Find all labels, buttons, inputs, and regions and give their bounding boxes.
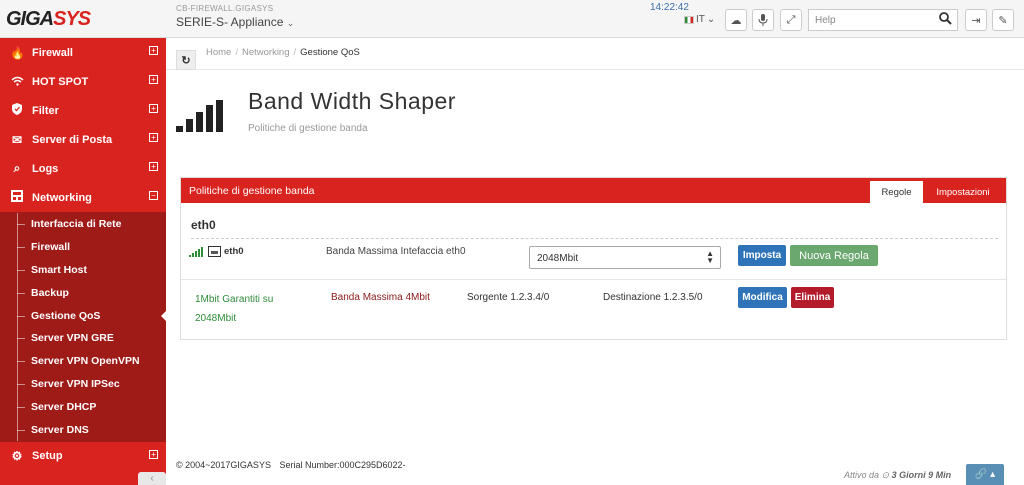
panel-title: Politiche di gestione banda [189,185,315,197]
sidebar-item-firewall[interactable]: 🔥 Firewall + [0,38,166,67]
network-card-icon [208,246,221,257]
wifi-icon [10,75,24,89]
logo: GIGASYS [6,8,91,30]
link-icon: 🔗 [974,469,988,480]
interface-section-title: eth0 [191,218,216,232]
sidebar-item-smart-host[interactable]: Smart Host [0,258,166,282]
search-icon[interactable] [939,12,952,28]
logout-icon[interactable]: ⇥ [965,9,987,31]
sidebar: 🔥 Firewall + HOT SPOT + Filter + ✉ Serve… [0,38,167,485]
expand-icon[interactable]: + [149,162,158,171]
sidebar-item-interfaccia-di-rete[interactable]: Interfaccia di Rete [0,213,166,236]
elimina-button[interactable]: Elimina [791,287,834,308]
collapse-icon[interactable]: − [149,191,158,200]
sidebar-item-server-vpn-openvpn[interactable]: Server VPN OpenVPN [0,349,166,373]
tab-impostazioni[interactable]: Impostazioni [925,181,1001,203]
sidebar-item-server-vpn-ipsec[interactable]: Server VPN IPSec [0,372,166,396]
expand-icon[interactable]: + [149,46,158,55]
refresh-icon[interactable]: ↻ [176,50,196,70]
expand-icon[interactable]: + [149,104,158,113]
shield-icon [10,103,24,118]
breadcrumb-home[interactable]: Home [206,47,231,58]
active-indicator [161,310,167,323]
qos-panel: Politiche di gestione banda Regole Impos… [180,177,1007,340]
sidebar-item-server-di-posta[interactable]: ✉ Server di Posta + [0,125,166,154]
link-menu-button[interactable]: 🔗 ▴ [966,464,1004,485]
footer: © 2004~2017GIGASYS Serial Number:000C295… [176,460,406,470]
interface-label: eth0 [189,246,244,257]
modifica-button[interactable]: Modifica [738,287,787,308]
clock: 14:22:42 [650,2,689,13]
rule-destination: Destinazione 1.2.3.5/0 [603,292,703,303]
sidebar-item-logs[interactable]: ⌕ Logs + [0,154,166,183]
copyright: © 2004~2017GIGASYS [176,460,271,470]
clock-icon: ⊙ [881,470,890,480]
chevron-down-icon: ⌄ [286,18,295,28]
italy-flag-icon [684,15,694,24]
sidebar-item-setup[interactable]: ⚙ Setup + [0,442,166,471]
sidebar-item-server-dhcp[interactable]: Server DHCP [0,395,166,418]
breadcrumb-networking[interactable]: Networking [242,47,290,58]
sidebar-item-filter[interactable]: Filter + [0,96,166,125]
language-selector[interactable]: IT ⌄ [684,14,715,25]
page-subtitle: Politiche di gestione banda [248,123,368,134]
sidebar-item-hotspot[interactable]: HOT SPOT + [0,67,166,96]
network-icon [10,190,24,205]
nuova-regola-button[interactable]: Nuova Regola [790,245,878,266]
select-arrows-icon: ▲ ▼ [706,249,714,265]
imposta-button[interactable]: Imposta [738,245,786,266]
top-bar: GIGASYS CB-FIREWALL.GIGASYS SERIE-S- App… [0,0,1024,38]
appliance-selector[interactable]: CB-FIREWALL.GIGASYS SERIE-S- Appliance ⌄ [176,4,294,29]
chevron-down-icon: ⌄ [706,14,716,25]
networking-submenu: Interfaccia di Rete Firewall Smart Host … [0,212,167,442]
appliance-name[interactable]: SERIE-S- Appliance ⌄ [176,15,294,29]
sidebar-item-server-dns[interactable]: Server DNS [0,418,166,441]
breadcrumb: Home / Networking / Gestione QoS [206,47,360,58]
serial-number: Serial Number:000C295D6022- [279,460,406,470]
band-max-label: Banda Massima Intefaccia eth0 [326,246,466,257]
flame-icon: 🔥 [10,45,25,60]
search-list-icon: ⌕ [13,161,21,175]
rule-max-bandwidth: Banda Massima 4Mbit [331,292,430,303]
sidebar-collapse-button[interactable]: ‹ [138,472,166,485]
sidebar-item-server-vpn-gre[interactable]: Server VPN GRE [0,326,166,350]
uptime: Attivo da ⊙ 3 Giorni 9 Min [844,470,952,480]
signal-bars-icon [176,100,223,132]
breadcrumb-bar: ↻ Home / Networking / Gestione QoS [166,38,1024,70]
appliance-hostname: CB-FIREWALL.GIGASYS [176,4,274,13]
rule-guaranteed: 1Mbit Garantiti su 2048Mbit [195,294,274,324]
sidebar-item-firewall-sub[interactable]: Firewall [0,235,166,259]
breadcrumb-current: Gestione QoS [300,47,360,58]
divider [191,238,998,239]
gear-icon: ⚙ [11,449,23,464]
panel-header: Politiche di gestione banda Regole Impos… [181,178,1006,203]
fullscreen-icon[interactable]: ⤢ [780,9,802,31]
rule-source: Sorgente 1.2.3.4/0 [467,292,550,303]
band-select[interactable]: 2048Mbit ▲ ▼ [529,246,721,269]
expand-icon[interactable]: + [149,133,158,142]
page-title: Band Width Shaper [248,88,456,114]
edit-icon[interactable]: ✎ [992,9,1014,31]
expand-icon[interactable]: + [149,449,158,459]
cloud-icon[interactable]: ☁ [725,9,747,31]
sidebar-item-backup[interactable]: Backup [0,281,166,304]
sidebar-item-networking[interactable]: Networking − [0,183,166,212]
sidebar-item-gestione-qos[interactable]: Gestione QoS [0,304,167,327]
divider [181,279,1006,280]
caret-up-icon: ▴ [990,469,996,480]
help-search-input[interactable] [808,9,958,31]
signal-bars-icon [189,246,203,257]
tab-regole[interactable]: Regole [870,181,923,203]
expand-icon[interactable]: + [149,75,158,84]
microphone-icon[interactable] [752,9,774,31]
envelope-icon: ✉ [11,132,23,147]
